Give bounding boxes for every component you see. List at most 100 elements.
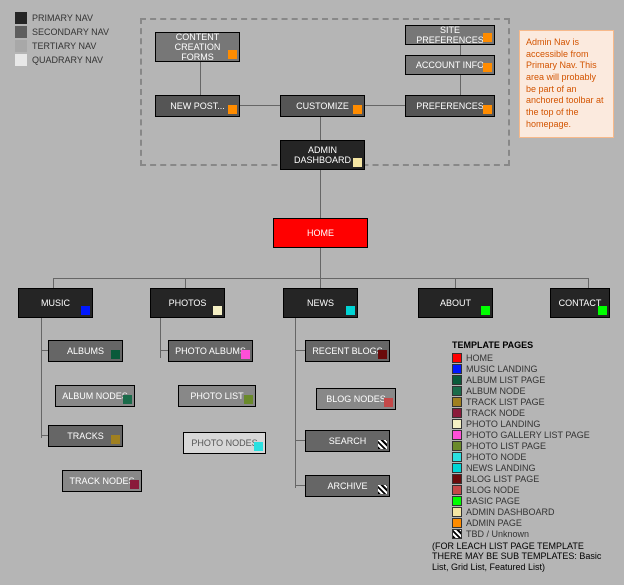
badge-icon	[130, 480, 139, 489]
template-legend-label: TRACK LIST PAGE	[466, 397, 545, 407]
nav-legend: PRIMARY NAV SECONDARY NAV TERTIARY NAV QUAD…	[15, 12, 109, 68]
template-legend-label: BLOG LIST PAGE	[466, 474, 539, 484]
template-legend-label: NEWS LANDING	[466, 463, 536, 473]
swatch-icon	[452, 474, 462, 484]
badge-icon	[241, 350, 250, 359]
node-customize: CUSTOMIZE	[280, 95, 365, 117]
template-legend-label: HOME	[466, 353, 493, 363]
template-legend-label: BASIC PAGE	[466, 496, 520, 506]
badge-icon	[483, 33, 492, 42]
template-legend-label: PHOTO NODE	[466, 452, 526, 462]
node-music: MUSIC	[18, 288, 93, 318]
node-search: SEARCH	[305, 430, 390, 452]
connector	[295, 485, 305, 486]
badge-icon	[483, 105, 492, 114]
badge-icon	[378, 440, 387, 449]
swatch-icon	[15, 40, 27, 52]
swatch-icon	[452, 452, 462, 462]
node-content-creation-forms: CONTENT CREATION FORMS	[155, 32, 240, 62]
node-albums: ALBUMS	[48, 340, 123, 362]
connector	[185, 278, 186, 288]
template-legend-label: BLOG NODE	[466, 485, 520, 495]
node-photo-albums: PHOTO ALBUMS	[168, 340, 253, 362]
badge-icon	[378, 350, 387, 359]
node-preferences: PREFERENCES	[405, 95, 495, 117]
swatch-icon	[452, 419, 462, 429]
node-photo-nodes: PHOTO NODES	[183, 432, 266, 454]
swatch-icon	[452, 529, 462, 539]
badge-icon	[228, 105, 237, 114]
swatch-icon	[452, 364, 462, 374]
badge-icon	[228, 50, 237, 59]
swatch-icon	[452, 408, 462, 418]
node-album-nodes: ALBUM NODES	[55, 385, 135, 407]
badge-icon	[483, 63, 492, 72]
swatch-icon	[452, 441, 462, 451]
template-legend-label: ALBUM LIST PAGE	[466, 375, 545, 385]
swatch-icon	[452, 496, 462, 506]
template-legend-label: PHOTO GALLERY LIST PAGE	[466, 430, 590, 440]
connector	[588, 278, 589, 288]
swatch-icon	[15, 54, 27, 66]
swatch-icon	[452, 463, 462, 473]
nav-legend-label: TERTIARY NAV	[32, 41, 96, 51]
footnote-text: (FOR LEACH LIST PAGE TEMPLATE THERE MAY …	[432, 541, 612, 573]
template-legend-label: PHOTO LIST PAGE	[466, 441, 546, 451]
connector	[295, 318, 296, 488]
badge-icon	[81, 306, 90, 315]
annotation-box: Admin Nav is accessible from Primary Nav…	[519, 30, 614, 138]
template-legend-label: TRACK NODE	[466, 408, 525, 418]
nav-legend-label: SECONDARY NAV	[32, 27, 109, 37]
node-admin-dashboard: ADMIN DASHBOARD	[280, 140, 365, 170]
badge-icon	[123, 395, 132, 404]
nav-legend-label: PRIMARY NAV	[32, 13, 93, 23]
node-site-preferences: SITE PREFERENCES	[405, 25, 495, 45]
node-new-post: NEW POST...	[155, 95, 240, 117]
badge-icon	[353, 158, 362, 167]
badge-icon	[481, 306, 490, 315]
swatch-icon	[452, 507, 462, 517]
swatch-icon	[452, 518, 462, 528]
connector	[200, 60, 201, 95]
swatch-icon	[452, 397, 462, 407]
template-legend-label: ADMIN DASHBOARD	[466, 507, 555, 517]
badge-icon	[254, 442, 263, 451]
template-legend-label: ADMIN PAGE	[466, 518, 522, 528]
template-legend-title: TEMPLATE PAGES	[452, 340, 612, 350]
swatch-icon	[452, 386, 462, 396]
connector	[53, 278, 54, 288]
swatch-icon	[15, 12, 27, 24]
connector	[41, 318, 42, 438]
swatch-icon	[452, 485, 462, 495]
connector	[455, 278, 456, 288]
template-legend-label: TBD / Unknown	[466, 529, 529, 539]
template-legend-label: MUSIC LANDING	[466, 364, 538, 374]
connector	[320, 278, 321, 288]
node-blog-nodes: BLOG NODES	[316, 388, 396, 410]
connector	[295, 350, 305, 351]
node-photo-list: PHOTO LIST	[178, 385, 256, 407]
connector	[295, 440, 305, 441]
badge-icon	[598, 306, 607, 315]
badge-icon	[384, 398, 393, 407]
node-recent-blogs: RECENT BLOGS	[305, 340, 390, 362]
diagram-canvas: PRIMARY NAV SECONDARY NAV TERTIARY NAV QUAD…	[0, 0, 624, 585]
badge-icon	[244, 395, 253, 404]
node-news: NEWS	[283, 288, 358, 318]
badge-icon	[353, 105, 362, 114]
template-legend: TEMPLATE PAGES HOMEMUSIC LANDINGALBUM LI…	[452, 340, 612, 540]
node-about: ABOUT	[418, 288, 493, 318]
badge-icon	[346, 306, 355, 315]
connector	[320, 248, 321, 278]
badge-icon	[111, 435, 120, 444]
nav-legend-label: QUADRARY NAV	[32, 55, 103, 65]
node-tracks: TRACKS	[48, 425, 123, 447]
badge-icon	[213, 306, 222, 315]
template-legend-label: ALBUM NODE	[466, 386, 526, 396]
node-home: HOME	[273, 218, 368, 248]
connector	[160, 318, 161, 358]
node-archive: ARCHIVE	[305, 475, 390, 497]
template-legend-label: PHOTO LANDING	[466, 419, 540, 429]
badge-icon	[378, 485, 387, 494]
badge-icon	[111, 350, 120, 359]
